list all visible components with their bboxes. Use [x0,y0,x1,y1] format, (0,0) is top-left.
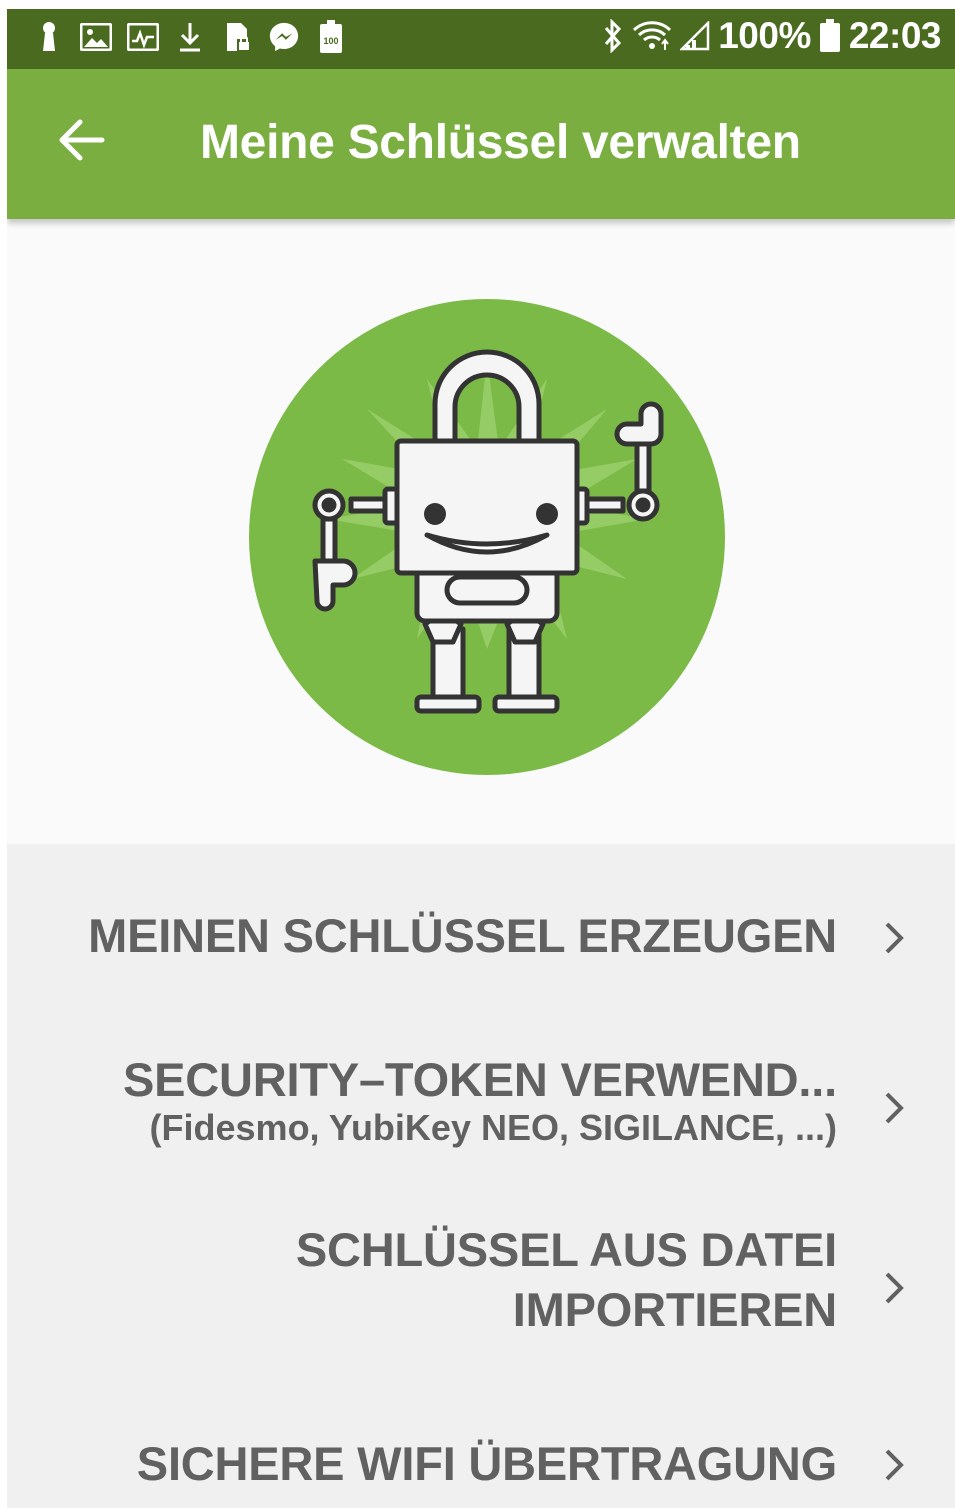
menu-item-text: SICHERE WIFI ÜBERTRAGUNG [137,1434,837,1494]
menu-item-text: SECURITY–TOKEN VERWEND... (Fidesmo, Yubi… [123,1050,837,1150]
chevron-right-icon [885,1092,904,1124]
image-icon [80,20,112,54]
app-screen: 100 100% 22:03 Meine Schlüssel verwalten… [7,9,955,1508]
battery-percent: 100% [718,15,811,56]
menu-item-text: SCHLÜSSEL AUS DATEI IMPORTIEREN [296,1220,837,1340]
menu-item-secure-wifi-transfer[interactable]: SICHERE WIFI ÜBERTRAGUNG [7,1419,955,1508]
robot-padlock-illustration [249,299,725,775]
menu-item-import-key-file[interactable]: SCHLÜSSEL AUS DATEI IMPORTIEREN [7,1214,955,1364]
keyhole-icon [33,20,65,54]
download-icon [174,20,206,54]
activity-icon [127,20,159,54]
menu-item-label: SECURITY–TOKEN VERWEND... [122,1053,837,1106]
chevron-right-icon [885,922,904,954]
action-menu: MEINEN SCHLÜSSEL ERZEUGEN SECURITY–TOKEN… [7,844,955,1508]
wifi-icon [632,20,672,52]
battery-icon [819,19,841,53]
sd-card-icon [221,20,253,54]
hero-section [7,219,955,844]
menu-item-sublabel: (Fidesmo, YubiKey NEO, SIGILANCE, ...) [149,1107,837,1148]
bluetooth-icon [602,19,624,53]
notification-icons: 100 [33,20,347,54]
battery-100-icon: 100 [315,20,347,54]
signal-icon [680,21,710,51]
menu-item-label-line2: IMPORTIEREN [512,1283,837,1336]
app-bar: Meine Schlüssel verwalten [7,69,955,219]
menu-item-label: MEINEN SCHLÜSSEL ERZEUGEN [88,909,837,962]
menu-item-create-key[interactable]: MEINEN SCHLÜSSEL ERZEUGEN [7,884,955,994]
messenger-icon [268,20,300,54]
clock: 22:03 [848,15,942,56]
menu-item-label: SICHERE WIFI ÜBERTRAGUNG [136,1437,837,1490]
chevron-right-icon [885,1272,904,1304]
back-button[interactable] [49,107,115,173]
arrow-back-icon [59,119,105,161]
menu-item-security-token[interactable]: SECURITY–TOKEN VERWEND... (Fidesmo, Yubi… [7,1044,955,1174]
menu-item-label-line1: SCHLÜSSEL AUS DATEI [295,1223,837,1276]
menu-item-text: MEINEN SCHLÜSSEL ERZEUGEN [88,906,837,966]
system-status: 100% 22:03 [602,15,942,57]
chevron-right-icon [885,1449,904,1481]
status-bar: 100 100% 22:03 [7,9,955,69]
svg-text:100: 100 [323,36,338,46]
page-title: Meine Schlüssel verwalten [200,116,801,169]
